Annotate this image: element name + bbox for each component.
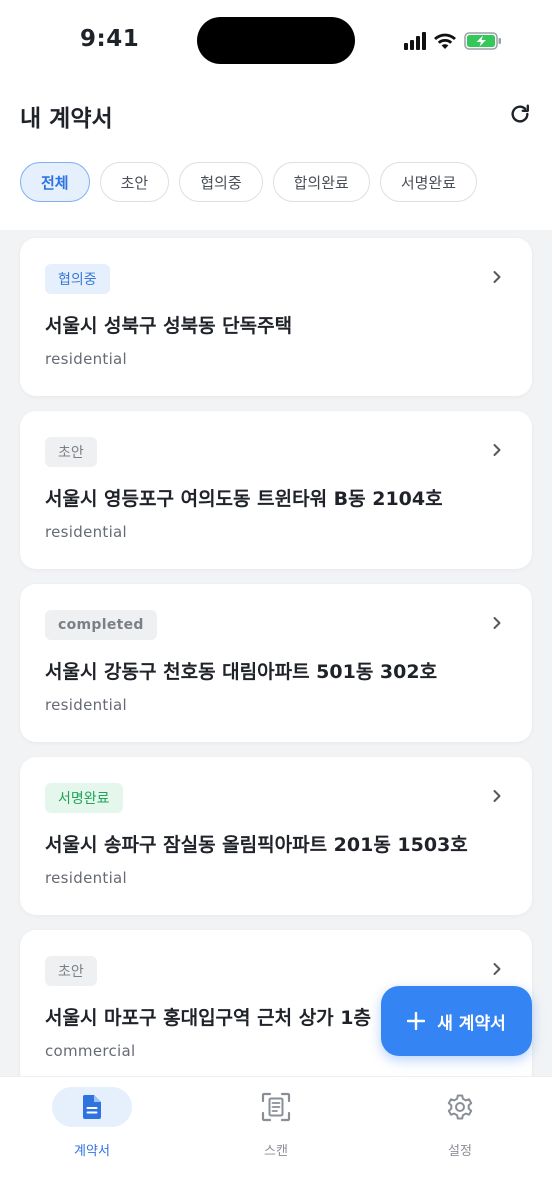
dynamic-island: [197, 17, 355, 64]
contract-title: 서울시 송파구 잠실동 올림픽아파트 201동 1503호: [45, 834, 468, 856]
contract-title: 서울시 강동구 천호동 대림아파트 501동 302호: [45, 661, 438, 683]
contract-card[interactable]: 서명완료 서울시 송파구 잠실동 올림픽아파트 201동 1503호 resid…: [20, 757, 532, 915]
tab-scan[interactable]: 스캔: [216, 1087, 336, 1159]
gear-icon: [447, 1094, 473, 1120]
contract-title: 서울시 영등포구 여의도동 트윈타워 B동 2104호: [45, 488, 443, 510]
cellular-signal-icon: [404, 32, 426, 50]
contract-title: 서울시 성북구 성북동 단독주택: [45, 315, 293, 337]
filter-chip-draft[interactable]: 초안: [99, 162, 170, 202]
filter-chip-signed[interactable]: 서명완료: [379, 162, 478, 202]
contract-card[interactable]: completed 서울시 강동구 천호동 대림아파트 501동 302호 re…: [20, 584, 532, 742]
status-icons: [404, 30, 502, 52]
contract-type: commercial: [45, 1042, 136, 1060]
tab-icon-highlight: [52, 1087, 132, 1127]
new-contract-label: 새 계약서: [437, 1013, 506, 1034]
chevron-right-icon: [493, 444, 501, 456]
contract-type: residential: [45, 523, 128, 541]
filter-chip-agreed[interactable]: 합의완료: [272, 162, 370, 202]
contract-type: residential: [45, 869, 128, 887]
contract-title: 서울시 마포구 홍대입구역 근처 상가 1층: [45, 1007, 371, 1029]
refresh-icon: [511, 104, 529, 123]
tab-label: 스캔: [264, 1144, 288, 1159]
contract-card[interactable]: 협의중 서울시 성북구 성북동 단독주택 residential: [20, 238, 532, 396]
status-badge: 초안: [45, 956, 97, 986]
status-time: 9:41: [80, 26, 140, 52]
filter-chip-all[interactable]: 전체: [20, 162, 90, 202]
battery-charging-icon: [464, 32, 501, 50]
contract-type: residential: [45, 696, 128, 714]
tab-icon-wrap: [420, 1087, 500, 1127]
status-badge: 협의중: [45, 264, 110, 294]
filter-chips: 전체 초안 협의중 합의완료 서명완료: [20, 162, 478, 202]
wifi-icon: [434, 33, 456, 49]
header: 내 계약서 전체 초안 협의중 합의완료 서명완료: [0, 82, 552, 230]
new-contract-button[interactable]: 새 계약서: [381, 986, 532, 1056]
chevron-right-icon: [493, 790, 501, 802]
status-badge: 초안: [45, 437, 97, 467]
chevron-right-icon: [493, 271, 501, 283]
scan-icon: [261, 1092, 291, 1122]
status-badge: completed: [45, 610, 157, 640]
tab-settings[interactable]: 설정: [400, 1087, 520, 1159]
chevron-right-icon: [493, 963, 501, 975]
filter-chip-negotiating[interactable]: 협의중: [179, 162, 263, 202]
contract-list: 협의중 서울시 성북구 성북동 단독주택 residential 초안 서울시 …: [20, 238, 532, 1103]
bottom-tab-bar: 계약서 스캔 설정: [0, 1076, 552, 1201]
page-title: 내 계약서: [20, 106, 113, 132]
contract-card[interactable]: 초안 서울시 영등포구 여의도동 트윈타워 B동 2104호 residenti…: [20, 411, 532, 569]
status-badge: 서명완료: [45, 783, 123, 813]
plus-icon: [407, 1012, 426, 1030]
contract-type: residential: [45, 350, 128, 368]
tab-contracts[interactable]: 계약서: [32, 1087, 152, 1159]
refresh-button[interactable]: [506, 100, 534, 128]
tab-icon-wrap: [236, 1087, 316, 1127]
chevron-right-icon: [493, 617, 501, 629]
tab-label: 설정: [448, 1144, 472, 1159]
status-bar: 9:41: [0, 0, 552, 82]
document-icon: [82, 1095, 101, 1119]
tab-label: 계약서: [74, 1144, 110, 1159]
